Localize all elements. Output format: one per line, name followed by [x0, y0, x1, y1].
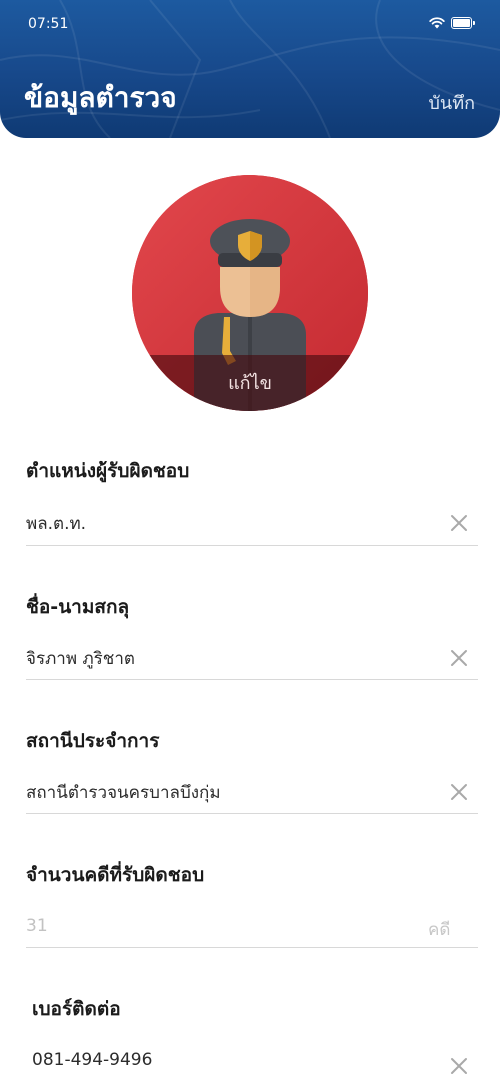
status-time: 07:51	[28, 16, 69, 32]
avatar-edit-label: แก้ไข	[228, 373, 272, 394]
case-count-input[interactable]	[26, 912, 406, 940]
fullname-input[interactable]	[26, 644, 426, 672]
field-divider	[26, 679, 478, 680]
phone-input[interactable]	[32, 1046, 432, 1074]
field-label-station: สถานีประจำการ	[26, 730, 160, 752]
position-input[interactable]	[26, 509, 426, 537]
field-label-position: ตำแหน่งผู้รับผิดชอบ	[26, 460, 190, 482]
field-divider	[26, 545, 478, 546]
status-icons	[429, 17, 475, 29]
field-label-fullname: ชื่อ-นามสกลุ	[26, 596, 130, 618]
police-info-screen: 07:51 ข้อมูลตำรวจ บันทึก แก้ไข ตำแหน่งผู…	[0, 0, 500, 1082]
app-header: 07:51 ข้อมูลตำรวจ บันทึก	[0, 0, 500, 138]
page-title: ข้อมูลตำรวจ	[24, 81, 177, 114]
station-input[interactable]	[26, 778, 426, 806]
clear-icon[interactable]	[449, 513, 469, 533]
clear-icon[interactable]	[449, 648, 469, 668]
avatar[interactable]: แก้ไข	[132, 175, 368, 411]
field-label-case-count: จำนวนคดีที่รับผิดชอบ	[26, 864, 205, 886]
field-label-phone: เบอร์ติดต่อ	[32, 998, 121, 1020]
field-divider	[26, 813, 478, 814]
battery-icon	[451, 17, 475, 29]
case-unit-label: คดี	[428, 920, 451, 940]
save-button[interactable]: บันทึก	[429, 88, 476, 117]
field-divider	[26, 947, 478, 948]
wifi-icon	[429, 17, 445, 29]
clear-icon[interactable]	[449, 1056, 469, 1076]
clear-icon[interactable]	[449, 782, 469, 802]
